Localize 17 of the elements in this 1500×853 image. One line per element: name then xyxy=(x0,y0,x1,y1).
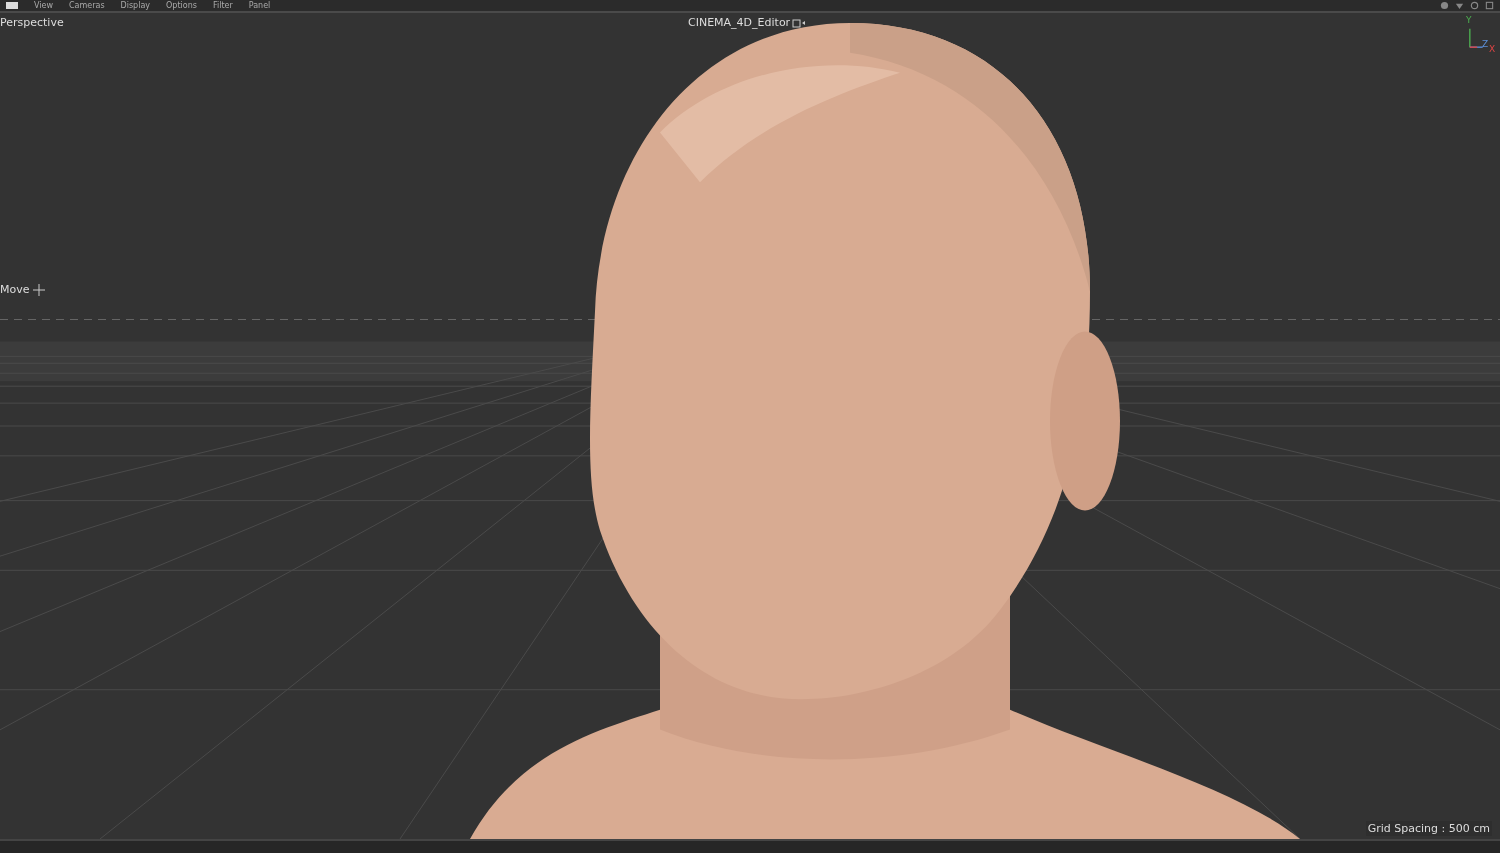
move-icon[interactable] xyxy=(32,283,45,296)
camera-label[interactable]: Perspective xyxy=(0,16,64,29)
window-icon[interactable] xyxy=(1485,1,1494,10)
menu-item[interactable]: Options xyxy=(166,1,197,10)
menu-item[interactable]: Panel xyxy=(248,1,271,10)
circle-icon[interactable] xyxy=(1440,1,1449,10)
axis-label: Z xyxy=(1482,39,1489,49)
viewport-title: CINEMA_4D_Editor xyxy=(688,16,791,29)
axis-label: Y xyxy=(1466,15,1472,25)
circle-icon[interactable] xyxy=(1470,1,1479,10)
axis-label: X xyxy=(1489,44,1496,54)
menu-item[interactable]: Cameras xyxy=(69,1,105,10)
menu-item[interactable]: View xyxy=(34,1,53,10)
menu-item[interactable]: Display xyxy=(120,1,151,10)
menu-item[interactable]: Filter xyxy=(212,1,233,10)
tool-label: Move xyxy=(0,283,30,296)
grid-spacing-label: Grid Spacing : 500 cm xyxy=(1365,821,1492,836)
